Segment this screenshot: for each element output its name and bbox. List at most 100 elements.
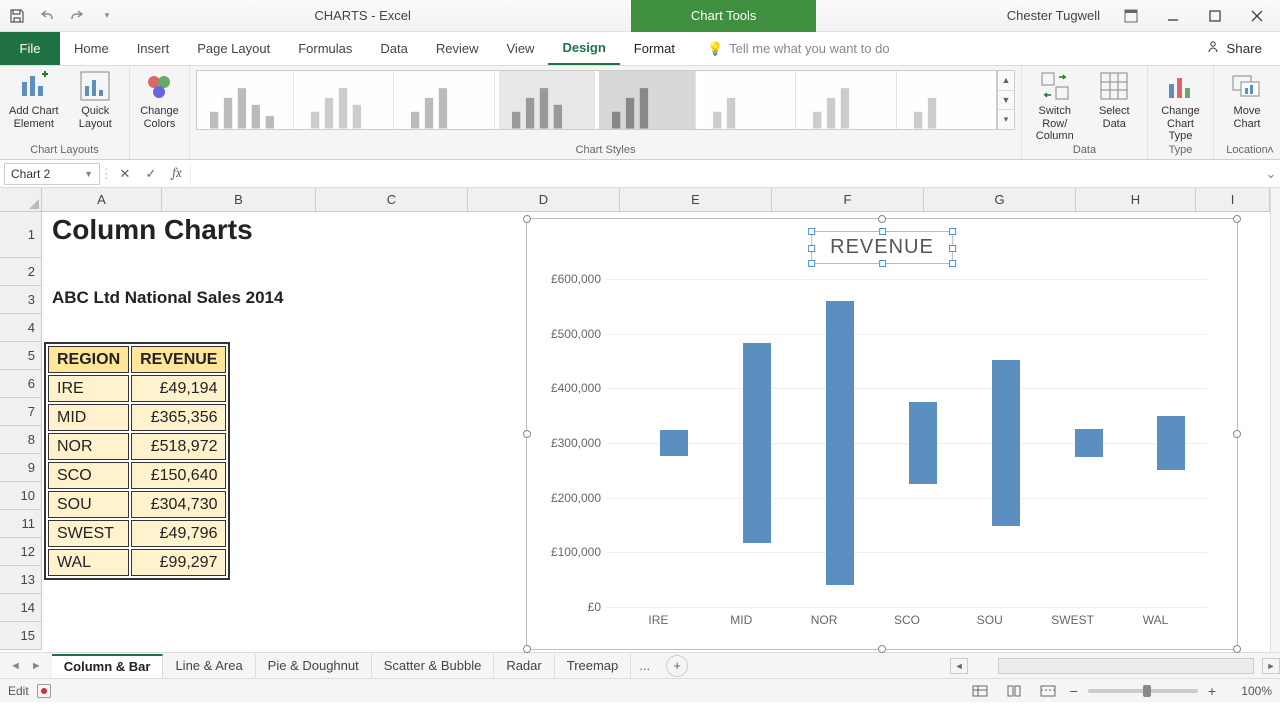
change-colors-button[interactable]: Change Colors <box>136 70 183 130</box>
select-all-corner[interactable] <box>0 188 42 212</box>
insert-function-button[interactable]: fx <box>164 163 190 185</box>
add-chart-element-button[interactable]: Add Chart Element <box>6 70 62 130</box>
row-header[interactable]: 6 <box>0 370 41 398</box>
row-header[interactable]: 5 <box>0 342 41 370</box>
column-header[interactable]: E <box>620 188 772 211</box>
row-header[interactable]: 2 <box>0 258 41 286</box>
tab-insert[interactable]: Insert <box>123 32 184 65</box>
customize-qat-icon[interactable]: ▾ <box>98 7 116 25</box>
table-row[interactable]: MID£365,356 <box>48 404 226 431</box>
view-normal-icon[interactable] <box>968 682 992 700</box>
maximize-button[interactable] <box>1196 2 1234 30</box>
collapse-ribbon-icon[interactable]: ˄ <box>1267 143 1274 157</box>
macro-record-icon[interactable] <box>37 684 51 698</box>
chart-bar[interactable] <box>909 402 937 484</box>
row-header[interactable]: 8 <box>0 426 41 454</box>
table-row[interactable]: NOR£518,972 <box>48 433 226 460</box>
column-header[interactable]: C <box>316 188 468 211</box>
zoom-in-button[interactable]: + <box>1208 683 1216 699</box>
sheet-tab[interactable]: Radar <box>494 654 554 678</box>
tab-page-layout[interactable]: Page Layout <box>183 32 284 65</box>
chart-bar[interactable] <box>992 360 1020 527</box>
column-header[interactable]: D <box>468 188 620 211</box>
row-header[interactable]: 1 <box>0 212 41 258</box>
row-header[interactable]: 11 <box>0 510 41 538</box>
chart-bar[interactable] <box>743 343 771 543</box>
view-page-break-icon[interactable] <box>1036 682 1060 700</box>
view-page-layout-icon[interactable] <box>1002 682 1026 700</box>
row-header[interactable]: 14 <box>0 594 41 622</box>
column-header[interactable]: I <box>1196 188 1270 211</box>
row-header[interactable]: 13 <box>0 566 41 594</box>
tab-data[interactable]: Data <box>366 32 421 65</box>
tab-review[interactable]: Review <box>422 32 493 65</box>
table-row[interactable]: SWEST£49,796 <box>48 520 226 547</box>
chart-plot-area[interactable]: £0£100,000£200,000£300,000£400,000£500,0… <box>607 279 1207 607</box>
formula-bar-input[interactable] <box>190 163 1262 185</box>
row-header[interactable]: 3 <box>0 286 41 314</box>
tell-me-search[interactable]: 💡 Tell me what you want to do <box>707 32 890 65</box>
tab-formulas[interactable]: Formulas <box>284 32 366 65</box>
chart-styles-more[interactable]: ▲▼▾ <box>997 70 1015 130</box>
formula-cancel-button[interactable]: ✕ <box>112 163 138 185</box>
column-header[interactable]: G <box>924 188 1076 211</box>
share-button[interactable]: Share <box>1196 40 1272 57</box>
name-box[interactable]: Chart 2 ▼ <box>4 163 100 185</box>
move-chart-button[interactable]: Move Chart <box>1220 70 1274 130</box>
row-header[interactable]: 12 <box>0 538 41 566</box>
tab-home[interactable]: Home <box>60 32 123 65</box>
vertical-scrollbar[interactable] <box>1270 188 1280 652</box>
row-header[interactable]: 4 <box>0 314 41 342</box>
account-icon[interactable] <box>1112 2 1150 30</box>
data-table[interactable]: REGION REVENUE IRE£49,194MID£365,356NOR£… <box>44 342 230 580</box>
column-header[interactable]: F <box>772 188 924 211</box>
select-data-button[interactable]: Select Data <box>1088 70 1142 130</box>
minimize-button[interactable] <box>1154 2 1192 30</box>
formula-accept-button[interactable]: ✓ <box>138 163 164 185</box>
row-header[interactable]: 9 <box>0 454 41 482</box>
tab-nav-prev[interactable]: ◄ <box>6 660 25 672</box>
switch-row-column-button[interactable]: Switch Row/ Column <box>1028 70 1082 143</box>
horizontal-scrollbar[interactable] <box>998 658 1254 674</box>
table-row[interactable]: SOU£304,730 <box>48 491 226 518</box>
sheet-tab[interactable]: Scatter & Bubble <box>372 654 495 678</box>
tab-design[interactable]: Design <box>548 32 619 65</box>
table-row[interactable]: SCO£150,640 <box>48 462 226 489</box>
sheet-tab[interactable]: Column & Bar <box>52 654 164 678</box>
tab-view[interactable]: View <box>493 32 549 65</box>
hscroll-right[interactable]: ► <box>1262 658 1280 674</box>
column-header[interactable]: A <box>42 188 162 211</box>
row-header[interactable]: 10 <box>0 482 41 510</box>
sheet-tab[interactable]: Treemap <box>555 654 632 678</box>
chart-styles-gallery[interactable]: ▲▼▾ <box>190 66 1021 144</box>
column-header[interactable]: B <box>162 188 316 211</box>
chart-bar[interactable] <box>1075 429 1103 456</box>
table-row[interactable]: IRE£49,194 <box>48 375 226 402</box>
tabs-overflow[interactable]: ... <box>631 658 658 673</box>
tab-file[interactable]: File <box>0 32 60 65</box>
zoom-slider[interactable] <box>1088 689 1198 693</box>
tab-format[interactable]: Format <box>620 32 689 65</box>
tab-nav-next[interactable]: ► <box>27 660 46 672</box>
hscroll-left[interactable]: ◄ <box>950 658 968 674</box>
chart-bar[interactable] <box>826 301 854 585</box>
undo-icon[interactable] <box>38 7 56 25</box>
chart-object[interactable]: REVENUE £0£100,000£200,000£300,000£400,0… <box>526 218 1238 650</box>
chart-bar[interactable] <box>660 430 688 457</box>
add-sheet-button[interactable]: + <box>666 655 688 677</box>
formula-bar-expand[interactable]: ⌄ <box>1262 166 1280 182</box>
close-button[interactable] <box>1238 2 1276 30</box>
chart-bar[interactable] <box>1157 416 1185 470</box>
row-header[interactable]: 15 <box>0 622 41 650</box>
column-header[interactable]: H <box>1076 188 1196 211</box>
quick-layout-button[interactable]: Quick Layout <box>68 70 124 130</box>
chart-title[interactable]: REVENUE <box>811 231 953 264</box>
sheet-tab[interactable]: Line & Area <box>163 654 255 678</box>
sheet-tab[interactable]: Pie & Doughnut <box>256 654 372 678</box>
redo-icon[interactable] <box>68 7 86 25</box>
change-chart-type-button[interactable]: Change Chart Type <box>1154 70 1207 143</box>
row-header[interactable]: 7 <box>0 398 41 426</box>
save-icon[interactable] <box>8 7 26 25</box>
zoom-level[interactable]: 100% <box>1226 684 1272 698</box>
table-row[interactable]: WAL£99,297 <box>48 549 226 576</box>
